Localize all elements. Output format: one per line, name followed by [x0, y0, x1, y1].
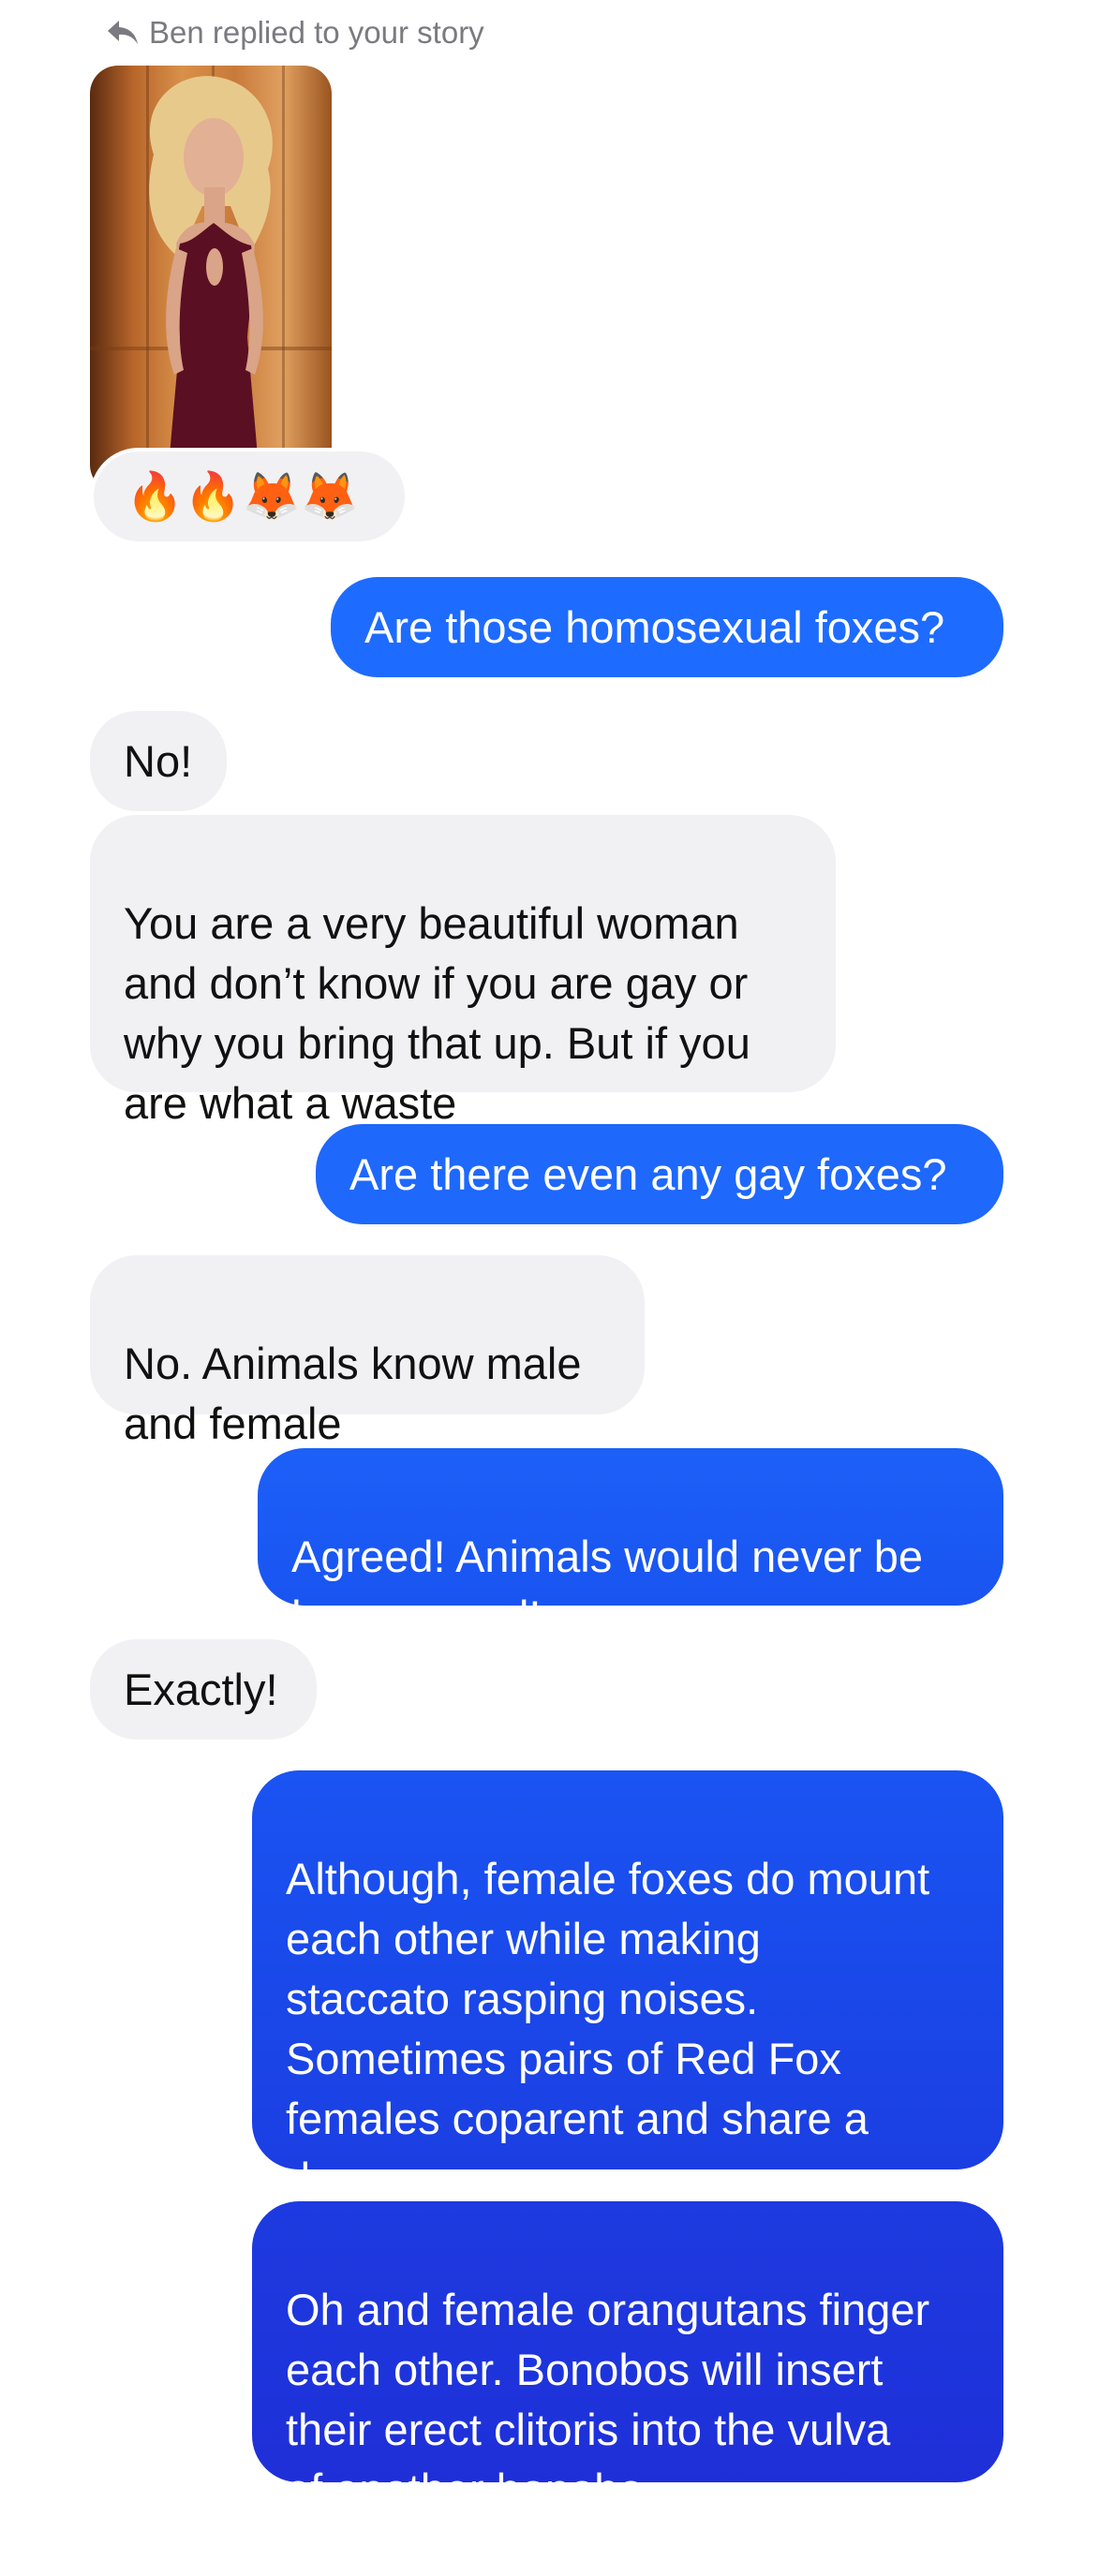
message-text: Are there even any gay foxes?	[349, 1148, 947, 1199]
message-text: Exactly!	[124, 1664, 278, 1714]
message-text: No. Animals know male and female	[124, 1339, 582, 1448]
message-bubble-outgoing[interactable]: Are there even any gay foxes?	[316, 1124, 1003, 1224]
story-reaction: 🔥🔥🦊🦊	[90, 448, 408, 545]
message-bubble-incoming[interactable]: Exactly!	[90, 1639, 317, 1740]
message-bubble-incoming[interactable]: You are a very beautiful woman and don’t…	[90, 815, 836, 1128]
reply-arrow-icon	[106, 19, 140, 47]
message-bubble-incoming[interactable]: No. Animals know male and female	[90, 1255, 645, 1448]
message-bubble-outgoing[interactable]: Oh and female orangutans finger each oth…	[252, 2201, 1003, 2514]
message-bubble-outgoing[interactable]: Are those homosexual foxes?	[331, 577, 1003, 677]
message-text: Although, female foxes do mount each oth…	[286, 1854, 930, 2203]
message-text: No!	[124, 735, 193, 786]
story-reply-header: Ben replied to your story	[106, 9, 484, 56]
message-bubble-outgoing[interactable]: Agreed! Animals would never be homosexua…	[258, 1448, 1003, 1641]
story-reply-label: Ben replied to your story	[149, 15, 484, 50]
story-thumbnail[interactable]	[90, 66, 332, 493]
reaction-emojis: 🔥🔥🦊🦊	[126, 468, 360, 524]
message-text: Are those homosexual foxes?	[364, 601, 945, 652]
message-text: Oh and female orangutans finger each oth…	[286, 2285, 930, 2514]
story-photo	[149, 76, 273, 493]
message-bubble-outgoing[interactable]: Although, female foxes do mount each oth…	[252, 1770, 1003, 2203]
message-bubble-incoming[interactable]: No!	[90, 711, 227, 811]
message-text: Agreed! Animals would never be homosexua…	[291, 1532, 924, 1641]
message-text: You are a very beautiful woman and don’t…	[124, 898, 750, 1128]
